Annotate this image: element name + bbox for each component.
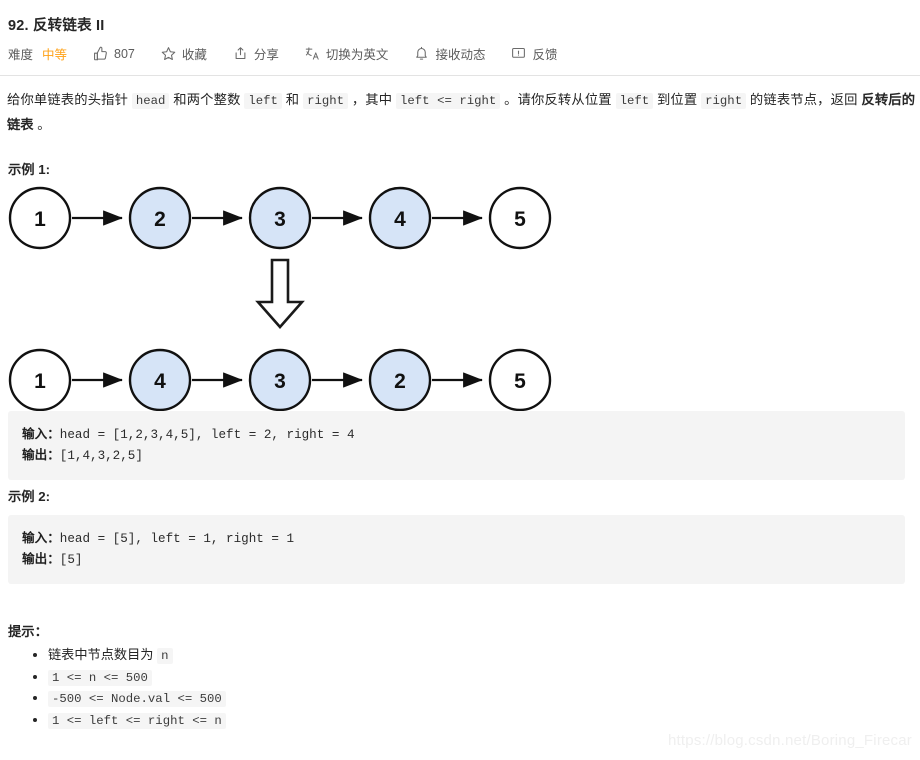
- desc-part-1: 给你单链表的头指针: [7, 92, 132, 107]
- hint-code: n: [157, 648, 173, 664]
- difficulty-label: 难度: [8, 48, 34, 62]
- star-icon: [161, 46, 176, 61]
- node-value: 4: [394, 208, 406, 231]
- node-value: 2: [394, 370, 406, 393]
- list-node: 1: [8, 348, 72, 412]
- share-button[interactable]: 分享: [233, 44, 279, 63]
- list-node: 2: [128, 186, 192, 250]
- list-node: 2: [368, 348, 432, 412]
- list-node: 3: [248, 186, 312, 250]
- feedback-label: 反馈: [532, 48, 558, 62]
- code-left-le-right: left <= right: [396, 93, 501, 109]
- difficulty-badge: 难度 中等: [8, 44, 67, 63]
- example-1-block: 输入：head = [1,2,3,4,5], left = 2, right =…: [8, 411, 905, 480]
- translate-icon: [305, 46, 320, 61]
- output-label: 输出：: [22, 448, 60, 462]
- hint-text: 链表中节点数目为: [48, 647, 158, 662]
- input-value: head = [5], left = 1, right = 1: [59, 532, 295, 546]
- node-value: 5: [514, 208, 526, 231]
- problem-description: 给你单链表的头指针 head 和两个整数 left 和 right ，其中 le…: [7, 88, 915, 137]
- output-value: [1,4,3,2,5]: [59, 449, 143, 463]
- example-2-output-line: 输出：[5]: [22, 549, 891, 570]
- code-left-2: left: [615, 93, 654, 109]
- node-value: 3: [274, 208, 286, 231]
- thumbs-up-icon: [93, 46, 108, 61]
- bell-icon: [414, 46, 429, 61]
- list-node: 3: [248, 348, 312, 412]
- desc-part-6: 到位置: [653, 92, 702, 107]
- page-title: 92. 反转链表 II: [8, 18, 105, 34]
- example-1-heading: 示例 1:: [8, 162, 51, 177]
- like-button[interactable]: 807: [93, 46, 135, 61]
- code-head: head: [131, 93, 170, 109]
- list-node: 5: [488, 186, 552, 250]
- meta-toolbar: 难度 中等 807 收藏 分享 切换为英文 接收动态 反馈: [8, 44, 557, 63]
- subscribe-label: 接收动态: [435, 48, 486, 62]
- list-item: 1 <= n <= 500: [33, 667, 546, 689]
- watermark: https://blog.csdn.net/Boring_Firecar: [668, 732, 912, 749]
- code-right-1: right: [303, 93, 348, 109]
- node-value: 4: [154, 370, 166, 393]
- node-value: 5: [514, 370, 526, 393]
- share-label: 分享: [253, 48, 279, 62]
- like-count: 807: [114, 46, 135, 61]
- node-value: 1: [34, 208, 46, 231]
- subscribe-button[interactable]: 接收动态: [414, 44, 485, 63]
- favorite-button[interactable]: 收藏: [161, 44, 207, 63]
- code-right-2: right: [701, 93, 747, 109]
- desc-part-5: 。请你反转从位置: [500, 92, 616, 107]
- hint-code: 1 <= left <= right <= n: [48, 712, 226, 729]
- transform-down-arrow-icon: [255, 258, 305, 329]
- translate-label: 切换为英文: [325, 48, 389, 62]
- desc-part-4: ，其中: [347, 92, 397, 107]
- list-item: 链表中节点数目为 n: [33, 645, 546, 667]
- hint-code: 1 <= n <= 500: [48, 669, 152, 686]
- desc-part-3: 和: [281, 92, 304, 107]
- list-item: 1 <= left <= right <= n: [33, 710, 546, 732]
- list-node: 4: [368, 186, 432, 250]
- desc-part-7: 的链表节点，返回: [746, 92, 862, 107]
- output-value: [5]: [59, 553, 83, 567]
- example-2-heading: 示例 2:: [8, 489, 51, 504]
- list-item: -500 <= Node.val <= 500: [33, 688, 546, 710]
- desc-part-2: 和两个整数: [169, 92, 245, 107]
- hint-code: -500 <= Node.val <= 500: [48, 691, 226, 707]
- linked-list-diagram-after: 1 4 3 2 5: [8, 348, 552, 412]
- favorite-label: 收藏: [181, 48, 207, 62]
- list-node: 5: [488, 348, 552, 412]
- input-label: 输入：: [22, 427, 60, 441]
- code-left-1: left: [244, 93, 282, 109]
- list-node: 4: [128, 348, 192, 412]
- translate-button[interactable]: 切换为英文: [305, 44, 389, 63]
- feedback-button[interactable]: 反馈: [511, 44, 557, 63]
- example-2-block: 输入：head = [5], left = 1, right = 1 输出：[5…: [8, 515, 905, 584]
- desc-part-8: 。: [33, 117, 51, 132]
- hints-heading: 提示：: [8, 624, 48, 639]
- feedback-icon: [511, 46, 526, 61]
- input-value: head = [1,2,3,4,5], left = 2, right = 4: [59, 428, 355, 442]
- header-divider: [0, 75, 920, 76]
- list-node: 1: [8, 186, 72, 250]
- difficulty-value: 中等: [42, 48, 68, 62]
- output-label: 输出：: [22, 552, 60, 566]
- example-2-input-line: 输入：head = [5], left = 1, right = 1: [22, 528, 891, 549]
- node-value: 1: [34, 370, 46, 393]
- example-1-input-line: 输入：head = [1,2,3,4,5], left = 2, right =…: [22, 424, 891, 445]
- example-1-output-line: 输出：[1,4,3,2,5]: [22, 445, 891, 466]
- share-icon: [233, 46, 248, 61]
- hints-list: 链表中节点数目为 n 1 <= n <= 500 -500 <= Node.va…: [8, 645, 546, 731]
- node-value: 3: [274, 370, 286, 393]
- linked-list-diagram-before: 1 2 3 4 5: [8, 186, 552, 250]
- input-label: 输入：: [22, 531, 60, 545]
- problem-page: 92. 反转链表 II 难度 中等 807 收藏 分享 切换为英文 接收动态 反…: [0, 0, 920, 760]
- node-value: 2: [154, 208, 166, 231]
